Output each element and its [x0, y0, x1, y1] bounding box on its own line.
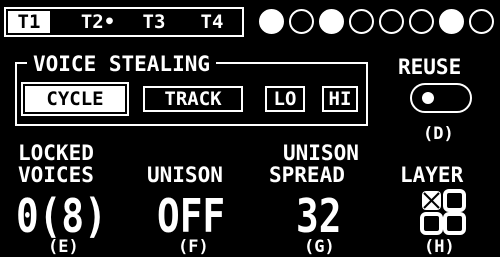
voice-stealing-cycle-button[interactable]: CYCLE: [21, 82, 129, 116]
unison-spread-label-line2: SPREAD: [269, 163, 345, 187]
reuse-key-hint: (D): [423, 124, 454, 144]
unison-spread-key-hint: (G): [304, 237, 335, 257]
layer-label: LAYER: [400, 163, 464, 187]
voice-slot-indicator: [259, 9, 284, 34]
tab-t1[interactable]: T1: [8, 11, 50, 33]
track-tabs: T1 T2• T3 T4: [4, 7, 244, 37]
voice-slot-indicator: [469, 9, 494, 34]
unison-value[interactable]: OFF: [157, 193, 225, 239]
voice-slot-indicator: [409, 9, 434, 34]
reuse-toggle[interactable]: [410, 83, 472, 113]
locked-voices-value[interactable]: 0(8): [16, 193, 107, 239]
voice-stealing-lo-button[interactable]: LO: [265, 86, 305, 112]
voice-slot-indicator: [349, 9, 374, 34]
tab-t4[interactable]: T4: [188, 11, 236, 33]
voice-stealing-title: VOICE STEALING: [27, 54, 217, 75]
tab-t2[interactable]: T2•: [72, 11, 124, 33]
voice-slot-indicator: [439, 9, 464, 34]
unison-spread-value[interactable]: 32: [296, 193, 341, 239]
layer-grid-icon[interactable]: [418, 187, 468, 237]
reuse-label: REUSE: [398, 55, 462, 79]
layer-key-hint: (H): [424, 237, 455, 257]
locked-voices-label-line1: LOCKED: [18, 141, 94, 165]
unison-spread-label-line1: UNISON: [283, 141, 359, 165]
unison-label: UNISON: [147, 163, 223, 187]
unison-key-hint: (F): [178, 237, 209, 257]
voice-stealing-track-button[interactable]: TRACK: [143, 86, 243, 112]
locked-voices-label-line2: VOICES: [18, 163, 94, 187]
voice-slot-indicator: [379, 9, 404, 34]
tab-t3[interactable]: T3: [132, 11, 176, 33]
locked-voices-key-hint: (E): [48, 237, 79, 257]
voice-stealing-hi-button[interactable]: HI: [322, 86, 358, 112]
reuse-toggle-knob: [422, 92, 434, 104]
voice-slot-indicator: [319, 9, 344, 34]
voice-slot-indicator: [289, 9, 314, 34]
